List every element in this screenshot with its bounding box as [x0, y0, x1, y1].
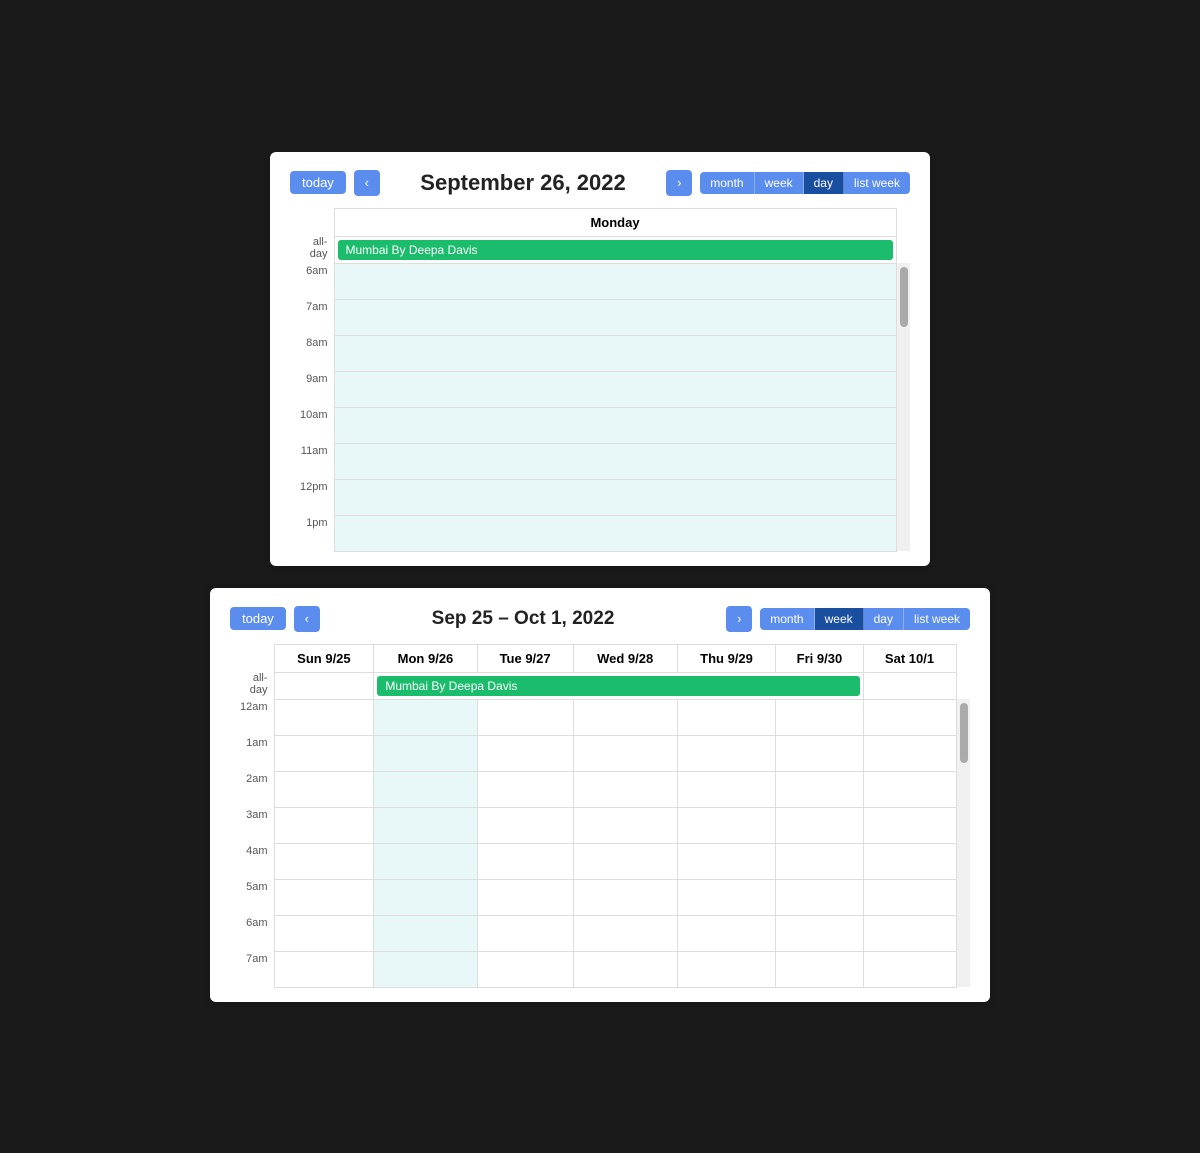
- top-today-button[interactable]: today: [290, 171, 346, 194]
- scroll-thumb: [900, 267, 908, 327]
- allday-row: all-day Mumbai By Deepa Davis: [290, 236, 910, 263]
- week-row-1am: 1am: [230, 735, 970, 771]
- week-row-5am: 5am: [230, 879, 970, 915]
- week-row-2am: 2am: [230, 771, 970, 807]
- time-row-11am: 11am: [290, 443, 910, 479]
- time-row-10am: 10am: [290, 407, 910, 443]
- top-view-week[interactable]: week: [755, 172, 804, 194]
- top-prev-button[interactable]: ‹: [354, 170, 380, 196]
- top-view-month[interactable]: month: [700, 172, 754, 194]
- week-col-wed: Wed 9/28: [573, 644, 677, 672]
- top-view-buttons: month week day list week: [700, 172, 910, 194]
- week-scrollbar[interactable]: [956, 699, 970, 987]
- week-row-7am: 7am: [230, 951, 970, 987]
- week-row-6am: 6am: [230, 915, 970, 951]
- week-col-mon: Mon 9/26: [374, 644, 477, 672]
- week-row-3am: 3am: [230, 807, 970, 843]
- top-view-listweek[interactable]: list week: [844, 172, 910, 194]
- time-row-1pm: 1pm: [290, 515, 910, 551]
- allday-label: all-day: [290, 236, 334, 263]
- day-col-header: Monday: [334, 208, 896, 236]
- bottom-view-listweek[interactable]: list week: [904, 608, 970, 630]
- bottom-view-month[interactable]: month: [760, 608, 814, 630]
- week-scroll-thumb: [960, 703, 968, 763]
- time-row-9am: 9am: [290, 371, 910, 407]
- week-allday-label: all-day: [230, 672, 274, 699]
- scrollbar[interactable]: [896, 263, 910, 551]
- week-grid: Sun 9/25 Mon 9/26 Tue 9/27 Wed 9/28 Thu …: [230, 644, 970, 988]
- time-row-8am: 8am: [290, 335, 910, 371]
- week-col-sun: Sun 9/25: [274, 644, 374, 672]
- bottom-view-week[interactable]: week: [815, 608, 864, 630]
- week-row-12am: 12am: [230, 699, 970, 735]
- day-toolbar: today ‹ September 26, 2022 › month week …: [290, 170, 910, 196]
- bottom-view-day[interactable]: day: [864, 608, 904, 630]
- week-allday-sun: [274, 672, 374, 699]
- top-next-button[interactable]: ›: [666, 170, 692, 196]
- bottom-today-button[interactable]: today: [230, 607, 286, 630]
- week-col-sat: Sat 10/1: [863, 644, 956, 672]
- top-event-bar[interactable]: Mumbai By Deepa Davis: [338, 240, 893, 260]
- time-row-12pm: 12pm: [290, 479, 910, 515]
- week-row-4am: 4am: [230, 843, 970, 879]
- day-grid: Monday all-day Mumbai By Deepa Davis 6am: [290, 208, 910, 552]
- allday-cell: Mumbai By Deepa Davis: [334, 236, 896, 263]
- week-view-card: today ‹ Sep 25 – Oct 1, 2022 › month wee…: [210, 588, 990, 1002]
- top-view-day[interactable]: day: [804, 172, 844, 194]
- time-row-6am: 6am: [290, 263, 910, 299]
- bottom-view-buttons: month week day list week: [760, 608, 970, 630]
- bottom-event-bar[interactable]: Mumbai By Deepa Davis: [377, 676, 859, 696]
- week-allday-event-cell: Mumbai By Deepa Davis: [374, 672, 863, 699]
- week-col-thu: Thu 9/29: [677, 644, 776, 672]
- bottom-next-button[interactable]: ›: [726, 606, 752, 632]
- week-allday-row: all-day Mumbai By Deepa Davis: [230, 672, 970, 699]
- day-view-card: today ‹ September 26, 2022 › month week …: [270, 152, 930, 566]
- week-col-tue: Tue 9/27: [477, 644, 573, 672]
- time-row-7am: 7am: [290, 299, 910, 335]
- week-allday-sat: [863, 672, 956, 699]
- top-date-title: September 26, 2022: [388, 170, 658, 196]
- week-toolbar: today ‹ Sep 25 – Oct 1, 2022 › month wee…: [230, 606, 970, 632]
- bottom-date-title: Sep 25 – Oct 1, 2022: [328, 608, 718, 630]
- week-col-fri: Fri 9/30: [776, 644, 863, 672]
- time-6am: 6am: [290, 263, 334, 299]
- bottom-prev-button[interactable]: ‹: [294, 606, 320, 632]
